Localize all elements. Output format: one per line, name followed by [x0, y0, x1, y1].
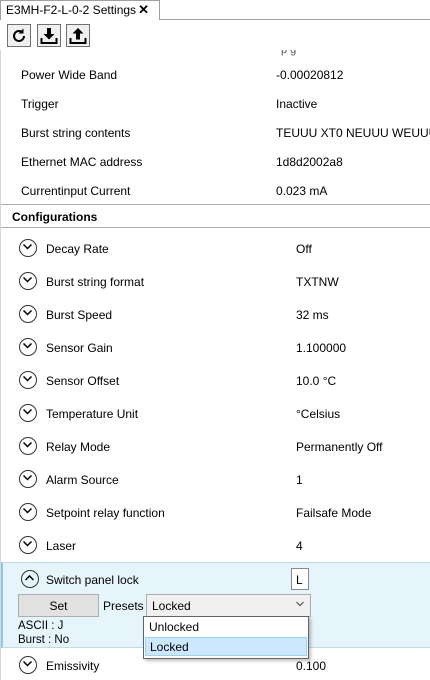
- config-row-relay-mode[interactable]: Relay Mode Permanently Off: [1, 430, 430, 463]
- expand-chevron-icon[interactable]: [19, 404, 37, 422]
- chevron-down-icon: [296, 601, 304, 607]
- expand-chevron-icon[interactable]: [19, 470, 37, 488]
- info-row-ethernet-mac: Ethernet MAC address 1d8d2002a8: [1, 147, 430, 176]
- clipped-row-text: p g: [281, 50, 297, 56]
- tab-bar: E3MH-F2-L-0-2 Settings ✕: [0, 0, 430, 20]
- set-button[interactable]: Set: [18, 594, 99, 617]
- expand-chevron-icon[interactable]: [19, 305, 37, 323]
- row-label: Decay Rate: [46, 242, 109, 256]
- row-value: Off: [296, 242, 312, 256]
- row-value: 10.0 °C: [296, 374, 337, 388]
- config-row-laser[interactable]: Laser 4: [1, 529, 430, 562]
- row-label: Sensor Offset: [46, 374, 120, 388]
- expand-chevron-icon[interactable]: [19, 437, 37, 455]
- settings-panel[interactable]: p g Power Wide Band -0.00020812 Trigger …: [0, 50, 430, 680]
- row-label: Sensor Gain: [46, 341, 113, 355]
- refresh-button[interactable]: [7, 24, 31, 47]
- row-label: Switch panel lock: [46, 573, 139, 587]
- info-row-trigger: Trigger Inactive: [1, 89, 430, 118]
- expand-chevron-icon[interactable]: [19, 338, 37, 356]
- row-value: TEUUU XT0 NEUUU WEUUU: [276, 126, 430, 140]
- config-row-temperature-unit[interactable]: Temperature Unit °Celsius: [1, 397, 430, 430]
- row-value: 1.100000: [296, 341, 347, 355]
- row-value: 32 ms: [296, 308, 329, 322]
- row-value: 1d8d2002a8: [276, 155, 343, 169]
- row-label: Trigger: [21, 97, 59, 111]
- info-row-burst-string-contents: Burst string contents TEUUU XT0 NEUUU WE…: [1, 118, 430, 147]
- row-label: Burst string contents: [21, 126, 131, 140]
- row-label: Alarm Source: [46, 473, 119, 487]
- download-icon: [40, 28, 58, 44]
- row-value: 4: [296, 539, 303, 553]
- presets-dropdown-list[interactable]: Unlocked Locked: [143, 616, 309, 659]
- row-value: -0.00020812: [276, 68, 344, 82]
- section-header-configurations: Configurations: [1, 204, 430, 228]
- expand-chevron-icon[interactable]: [19, 503, 37, 521]
- config-row-sensor-gain[interactable]: Sensor Gain 1.100000: [1, 331, 430, 364]
- info-row-current-input: Currentinput Current 0.023 mA: [1, 176, 430, 205]
- toolbar: [0, 20, 430, 50]
- config-row-decay-rate[interactable]: Decay Rate Off: [1, 232, 430, 265]
- row-value: Failsafe Mode: [296, 506, 372, 520]
- close-icon[interactable]: ✕: [138, 2, 149, 18]
- row-value: TXTNW: [296, 275, 339, 289]
- dropdown-option-locked[interactable]: Locked: [145, 637, 307, 656]
- collapse-chevron-icon[interactable]: [21, 570, 39, 588]
- lock-value-field[interactable]: L: [291, 568, 309, 590]
- row-label: Currentinput Current: [21, 184, 131, 198]
- expand-chevron-icon[interactable]: [19, 239, 37, 257]
- row-label: Ethernet MAC address: [21, 155, 143, 169]
- tab-settings[interactable]: E3MH-F2-L-0-2 Settings ✕: [0, 0, 160, 20]
- row-label: Setpoint relay function: [46, 506, 165, 520]
- row-label: Burst Speed: [46, 308, 113, 322]
- row-label: Laser: [46, 539, 77, 553]
- row-value: 1: [296, 473, 303, 487]
- info-row-power-wide-band: Power Wide Band -0.00020812: [1, 60, 430, 89]
- row-label: Emissivity: [46, 659, 100, 673]
- ascii-readout: ASCII : J: [18, 620, 64, 632]
- config-row-burst-string-format[interactable]: Burst string format TXTNW: [1, 265, 430, 298]
- burst-readout: Burst : No: [18, 634, 70, 646]
- dropdown-option-unlocked[interactable]: Unlocked: [145, 618, 307, 637]
- config-row-alarm-source[interactable]: Alarm Source 1: [1, 463, 430, 496]
- row-value: Inactive: [276, 97, 318, 111]
- expand-chevron-icon[interactable]: [19, 272, 37, 290]
- download-button[interactable]: [37, 24, 61, 47]
- row-value: 0.023 mA: [276, 184, 328, 198]
- presets-label: Presets: [103, 599, 144, 613]
- row-label: Relay Mode: [46, 440, 111, 454]
- row-value: 0.100: [296, 659, 327, 673]
- row-label: Power Wide Band: [21, 68, 118, 82]
- refresh-icon: [13, 28, 25, 42]
- config-row-setpoint-relay-function[interactable]: Setpoint relay function Failsafe Mode: [1, 496, 430, 529]
- expand-chevron-icon[interactable]: [19, 656, 37, 674]
- row-value: Permanently Off: [296, 440, 383, 454]
- expand-chevron-icon[interactable]: [19, 536, 37, 554]
- config-row-burst-speed[interactable]: Burst Speed 32 ms: [1, 298, 430, 331]
- upload-button[interactable]: [66, 24, 90, 47]
- presets-combobox[interactable]: Locked: [146, 594, 311, 617]
- config-row-sensor-offset[interactable]: Sensor Offset 10.0 °C: [1, 364, 430, 397]
- expand-chevron-icon[interactable]: [19, 371, 37, 389]
- presets-selected-value: Locked: [152, 599, 191, 613]
- row-label: Burst string format: [46, 275, 145, 289]
- tab-title: E3MH-F2-L-0-2 Settings: [6, 3, 137, 17]
- row-value: °Celsius: [296, 407, 341, 421]
- row-label: Temperature Unit: [46, 407, 139, 421]
- upload-icon: [69, 28, 87, 44]
